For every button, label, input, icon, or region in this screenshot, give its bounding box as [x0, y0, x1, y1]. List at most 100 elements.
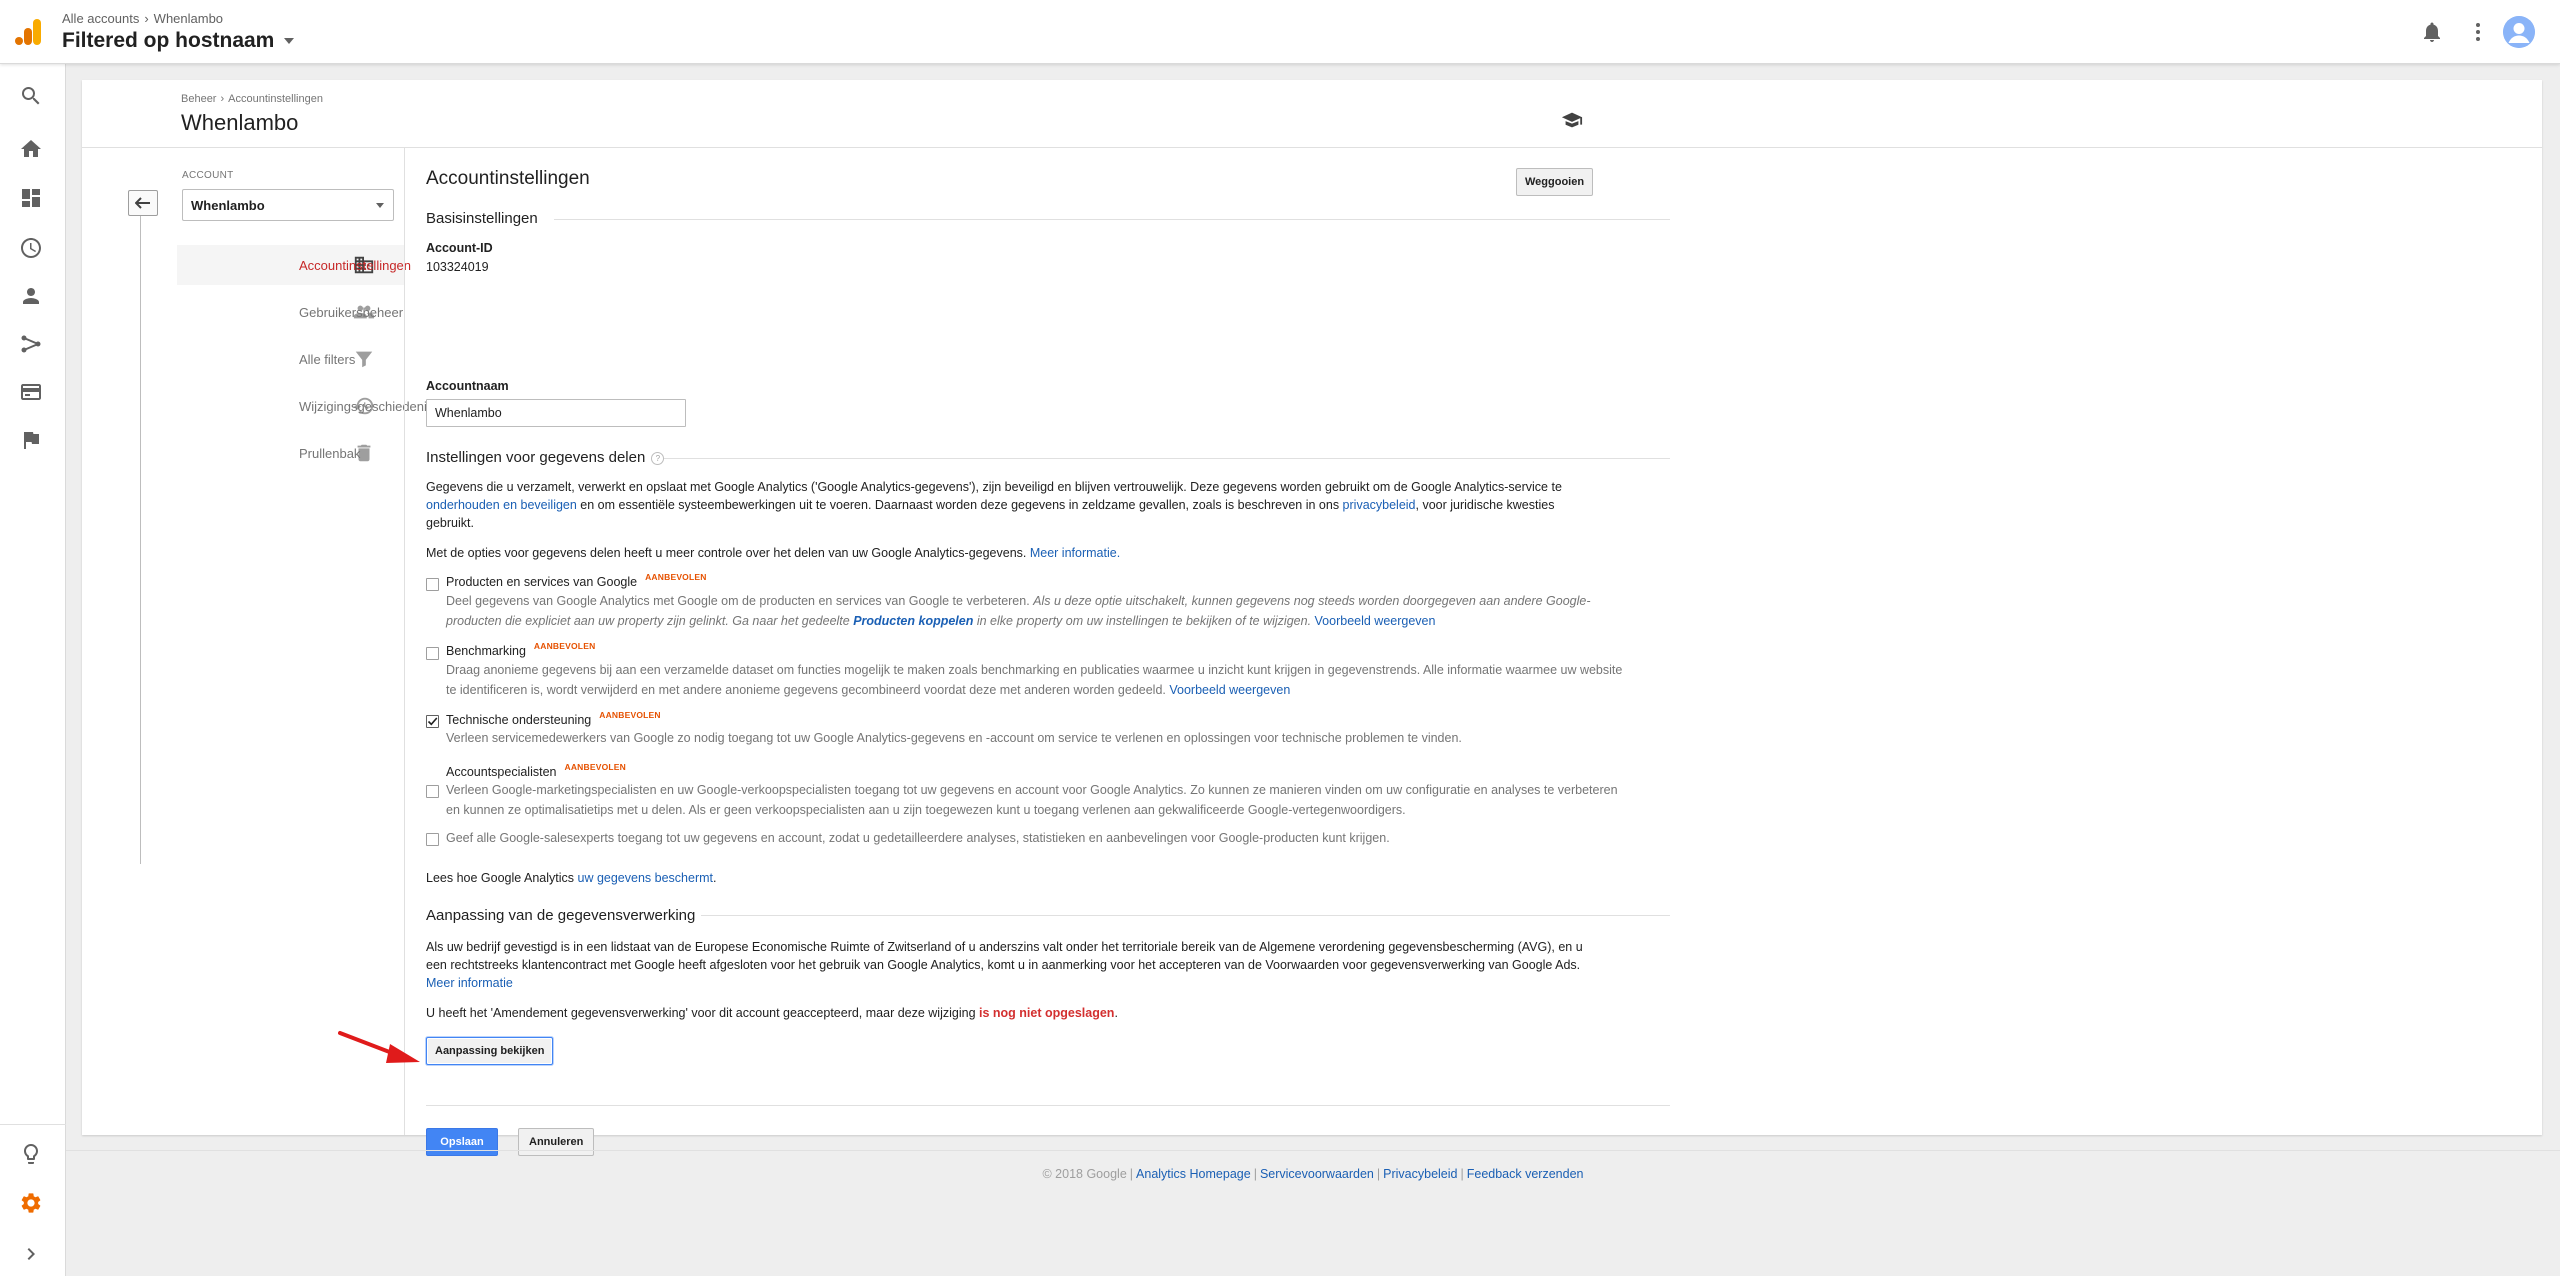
- breadcrumb-account[interactable]: Whenlambo: [154, 11, 223, 26]
- section-basic-settings: Basisinstellingen: [426, 210, 538, 227]
- desc-text: Deel gegevens van Google Analytics met G…: [446, 594, 1034, 608]
- option-benchmarking-desc: Draag anonieme gegevens bij aan een verz…: [446, 661, 1626, 700]
- footer-link-feedback[interactable]: Feedback verzenden: [1467, 1167, 1584, 1181]
- back-button[interactable]: [128, 190, 158, 216]
- home-icon[interactable]: [19, 137, 43, 161]
- menu-item-user-management[interactable]: Gebruikersbeheer: [177, 292, 404, 332]
- footer-copyright: © 2018 Google: [1042, 1167, 1127, 1181]
- account-name-label: Accountnaam: [426, 379, 509, 393]
- data-protection-text: Lees hoe Google Analytics uw gegevens be…: [426, 869, 716, 887]
- intro-text: en om essentiële systeembewerkingen uit …: [576, 498, 1343, 512]
- chevron-right-icon: ›: [144, 11, 149, 26]
- checkbox-google-products[interactable]: [426, 578, 439, 591]
- learn-more-link[interactable]: Meer informatie.: [1030, 546, 1120, 560]
- menu-item-change-history[interactable]: Wijzigingsgeschiedenis: [177, 386, 433, 426]
- sharing-options-label: Met de opties voor gegevens delen heeft …: [426, 546, 1030, 560]
- avatar[interactable]: [2503, 16, 2535, 48]
- chevron-right-icon: ›: [220, 93, 225, 105]
- protection-label: Lees hoe Google Analytics: [426, 871, 578, 885]
- amendment-end: .: [1114, 1006, 1118, 1020]
- option-benchmarking: Benchmarking AANBEVOLEN: [446, 641, 595, 658]
- delete-account-button[interactable]: Weggooien: [1516, 168, 1594, 196]
- bell-icon[interactable]: [2420, 20, 2444, 44]
- behavior-icon[interactable]: [19, 380, 43, 404]
- section-data-processing: Aanpassing van de gegevensverwerking: [426, 907, 702, 924]
- data-sharing-intro: Gegevens die u verzamelt, verwerkt en op…: [426, 478, 1586, 532]
- checkbox-technical-support[interactable]: [426, 715, 439, 728]
- view-title: Filtered op hostnaam: [62, 29, 275, 52]
- settings-title: Accountinstellingen: [426, 168, 590, 189]
- tree-line: [140, 216, 141, 864]
- dashboard-icon[interactable]: [19, 186, 43, 210]
- column-divider: [404, 148, 405, 1135]
- help-icon[interactable]: ?: [651, 451, 665, 465]
- breadcrumb-account-settings: Accountinstellingen: [228, 93, 323, 105]
- graduation-cap-icon[interactable]: [1561, 110, 1583, 130]
- expand-right-icon[interactable]: [19, 1242, 43, 1266]
- amendment-warning: is nog niet opgeslagen: [979, 1006, 1115, 1020]
- breadcrumb: Alle accounts › Whenlambo: [62, 11, 223, 26]
- clock-icon[interactable]: [19, 236, 43, 260]
- admin-header: Beheer › Accountinstellingen Whenlambo: [82, 80, 2542, 148]
- menu-item-all-filters[interactable]: Alle filters: [177, 339, 404, 379]
- more-vert-icon[interactable]: [2466, 20, 2490, 44]
- maintain-protect-link[interactable]: onderhouden en beveiligen: [426, 498, 577, 512]
- lightbulb-icon[interactable]: [19, 1142, 43, 1166]
- privacy-policy-link[interactable]: privacybeleid: [1343, 498, 1416, 512]
- footer-links: © 2018 Google | Analytics Homepage | Service…: [1042, 1167, 1584, 1181]
- acquisition-icon[interactable]: [19, 332, 43, 356]
- checkbox-sales-experts[interactable]: [426, 833, 439, 846]
- amendment-status: U heeft het 'Amendement gegevensverwerki…: [426, 1004, 1118, 1022]
- breadcrumb-all-accounts[interactable]: Alle accounts: [62, 11, 139, 26]
- account-selector[interactable]: Whenlambo: [182, 189, 394, 221]
- menu-item-trash[interactable]: Prullenbak: [177, 433, 404, 473]
- option-title: Accountspecialisten: [446, 765, 557, 779]
- person-icon[interactable]: [19, 284, 43, 308]
- protection-end: .: [713, 871, 717, 885]
- breadcrumb-admin[interactable]: Beheer: [181, 93, 216, 105]
- flag-icon[interactable]: [19, 428, 43, 452]
- view-selector[interactable]: Filtered op hostnaam: [62, 29, 295, 53]
- footer-link-terms[interactable]: Servicevoorwaarden: [1260, 1167, 1374, 1181]
- desc-italic: in elke property om uw instellingen te b…: [973, 613, 1312, 628]
- processing-learn-more-link[interactable]: Meer informatie: [426, 976, 513, 990]
- account-id-label: Account-ID: [426, 241, 493, 255]
- arrow-back-icon: [135, 197, 150, 209]
- option-technical-support: Technische ondersteuning AANBEVOLEN: [446, 710, 661, 727]
- google-analytics-logo[interactable]: [14, 18, 42, 46]
- menu-label: Gebruikersbeheer: [299, 304, 404, 320]
- account-name-input[interactable]: [426, 399, 686, 427]
- filter-icon: [355, 351, 373, 368]
- product-linking-link[interactable]: Producten koppelen: [853, 614, 973, 628]
- page-title: Whenlambo: [181, 110, 299, 135]
- checkbox-benchmarking[interactable]: [426, 647, 439, 660]
- intro-text: Gegevens die u verzamelt, verwerkt en op…: [426, 480, 1562, 494]
- annotation-arrow-icon: [338, 1031, 420, 1063]
- option-google-products-desc: Deel gegevens van Google Analytics met G…: [446, 592, 1626, 631]
- user-avatar-icon: [2503, 16, 2535, 48]
- option-technical-support-desc: Verleen servicemedewerkers van Google zo…: [446, 731, 1462, 745]
- data-processing-text: Als uw bedrijf gevestigd is in een lidst…: [426, 938, 1606, 992]
- menu-label: Alle filters: [299, 351, 356, 367]
- top-header: Alle accounts › Whenlambo Filtered op host…: [0, 0, 2560, 64]
- footer-link-privacy[interactable]: Privacybeleid: [1383, 1167, 1457, 1181]
- caret-down-icon: [284, 38, 295, 44]
- option-title: Benchmarking: [446, 644, 526, 658]
- show-example-link[interactable]: Voorbeeld weergeven: [1315, 614, 1436, 628]
- checkbox-account-specialists[interactable]: [426, 785, 439, 798]
- menu-item-account-settings[interactable]: Accountinstellingen: [177, 245, 411, 285]
- left-nav: [0, 64, 66, 1276]
- show-example-link[interactable]: Voorbeeld weergeven: [1169, 683, 1290, 697]
- checkmark-icon: [427, 717, 438, 726]
- review-amendment-button[interactable]: Aanpassing bekijken: [426, 1037, 554, 1065]
- data-protection-link[interactable]: uw gegevens beschermt: [578, 871, 714, 885]
- footer: © 2018 Google | Analytics Homepage | Service…: [66, 1150, 2560, 1198]
- option-account-specialists-desc: Verleen Google-marketingspecialisten en …: [446, 783, 1618, 817]
- gear-icon[interactable]: [19, 1191, 43, 1215]
- amendment-label: U heeft het 'Amendement gegevensverwerki…: [426, 1006, 979, 1020]
- footer-link-analytics-homepage[interactable]: Analytics Homepage: [1136, 1167, 1251, 1181]
- search-icon[interactable]: [19, 84, 43, 108]
- desc-text: Draag anonieme gegevens bij aan een verz…: [446, 663, 1623, 697]
- option-title: Producten en services van Google: [446, 575, 638, 589]
- admin-card: Beheer › Accountinstellingen Whenlambo ACC…: [82, 80, 2542, 1156]
